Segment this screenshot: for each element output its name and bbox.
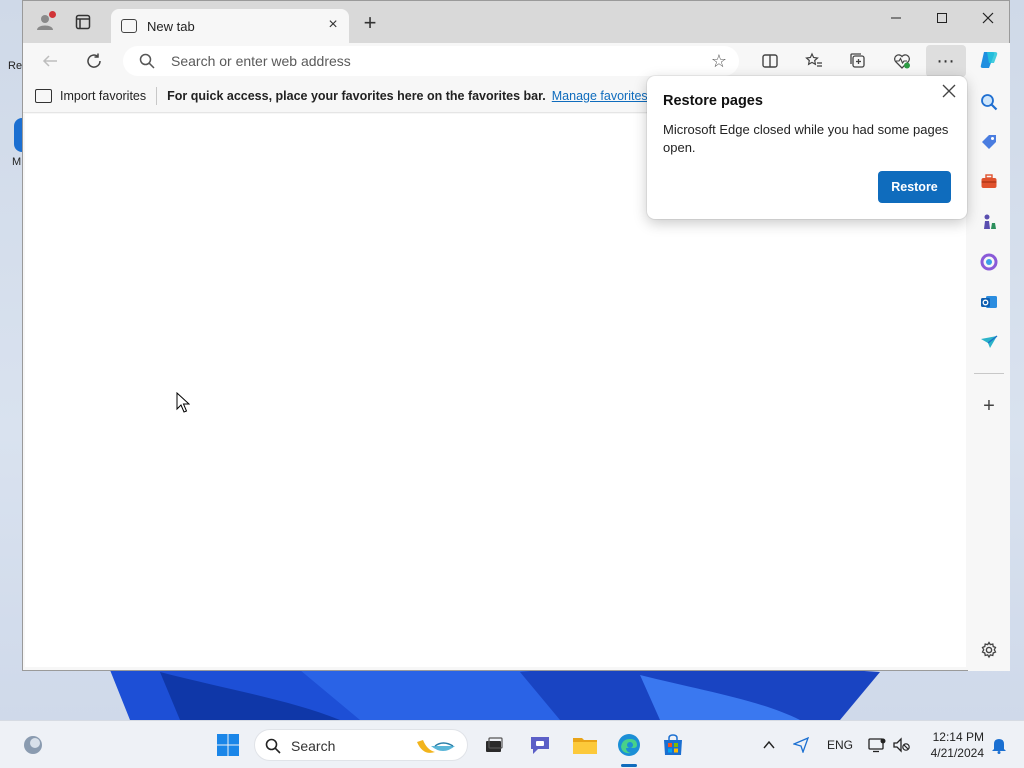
tab-actions-icon	[75, 14, 91, 30]
back-arrow-icon	[42, 55, 57, 67]
dialog-title: Restore pages	[663, 93, 763, 109]
taskbar-clock[interactable]: 12:14 PM 4/21/2024	[918, 729, 984, 761]
maximize-icon	[937, 13, 947, 23]
search-label: Search	[291, 738, 336, 754]
edge-sidebar: +	[968, 43, 1010, 671]
search-icon[interactable]	[978, 91, 1000, 113]
restore-button[interactable]: Restore	[878, 171, 951, 203]
outlook-icon[interactable]	[978, 291, 1000, 313]
new-tab-button[interactable]: +	[359, 12, 381, 35]
location-send-icon[interactable]	[788, 732, 814, 758]
start-button[interactable]	[215, 732, 241, 758]
import-icon	[35, 88, 52, 103]
browser-essentials-button[interactable]	[889, 48, 915, 74]
tools-briefcase-icon[interactable]	[978, 171, 1000, 193]
more-dots-icon: ⋯	[936, 50, 956, 71]
divider	[156, 86, 158, 105]
file-explorer-icon[interactable]	[572, 732, 598, 758]
widgets-weather-icon[interactable]	[20, 732, 46, 758]
shopping-tag-icon[interactable]	[978, 131, 1000, 153]
favorite-star-icon[interactable]: ☆	[711, 51, 727, 72]
clock-date: 4/21/2024	[930, 746, 984, 760]
volume-muted-icon[interactable]	[889, 732, 915, 758]
settings-more-button[interactable]: ⋯	[926, 45, 966, 77]
close-tab-icon[interactable]: ×	[325, 17, 341, 33]
address-bar[interactable]: ☆	[123, 46, 739, 76]
search-icon	[139, 53, 155, 69]
heart-pulse-icon	[894, 54, 910, 69]
favorites-button[interactable]	[801, 48, 827, 74]
title-bar: New tab × +	[23, 1, 1009, 43]
notification-dot	[49, 11, 56, 18]
copilot-icon[interactable]	[978, 49, 1000, 71]
clock-time: 12:14 PM	[932, 730, 984, 744]
edge-window: New tab × + ☆	[22, 0, 1010, 671]
maximize-button[interactable]	[919, 5, 965, 31]
windows-logo-icon	[217, 734, 239, 756]
split-screen-button[interactable]	[757, 48, 783, 74]
back-button[interactable]	[37, 48, 63, 74]
microsoft-store-icon[interactable]	[660, 732, 686, 758]
new-tab-page-icon	[121, 19, 137, 33]
minimize-icon	[891, 17, 901, 19]
search-icon	[265, 738, 281, 754]
input-language-indicator[interactable]: ENG	[827, 738, 853, 752]
settings-gear-icon[interactable]	[978, 639, 1000, 661]
dialog-message: Microsoft Edge closed while you had some…	[663, 122, 949, 155]
drop-send-icon[interactable]	[978, 331, 1000, 353]
search-highlight-icon	[417, 740, 455, 753]
active-app-indicator	[621, 764, 637, 767]
refresh-button[interactable]	[81, 48, 107, 74]
games-chess-icon[interactable]	[978, 211, 1000, 233]
split-screen-icon	[762, 54, 778, 68]
favorites-bar-message: For quick access, place your favorites h…	[167, 88, 546, 103]
restore-pages-dialog: Restore pages Microsoft Edge closed whil…	[647, 76, 967, 219]
notifications-bell-icon[interactable]	[986, 732, 1012, 758]
task-view-icon[interactable]	[481, 732, 507, 758]
close-dialog-icon[interactable]	[940, 83, 958, 101]
office-icon[interactable]	[978, 251, 1000, 273]
import-favorites-label: Import favorites	[60, 88, 147, 103]
import-favorites-button[interactable]: Import favorites	[35, 88, 147, 103]
collections-icon	[850, 53, 865, 68]
tab-new-tab[interactable]: New tab ×	[111, 9, 349, 43]
close-icon	[982, 12, 994, 24]
profile-button[interactable]	[33, 10, 57, 34]
refresh-icon	[87, 53, 101, 68]
tab-title: New tab	[147, 18, 195, 34]
mouse-cursor-icon	[176, 392, 190, 413]
teams-chat-icon[interactable]	[527, 732, 553, 758]
taskbar-search-box[interactable]: Search	[254, 729, 468, 761]
desktop-icon-label: Re	[8, 60, 23, 72]
desktop-icon-label: M	[12, 156, 22, 168]
sidebar-divider	[974, 373, 1004, 374]
favorites-list-icon	[805, 52, 822, 67]
add-icon[interactable]: +	[978, 395, 1000, 417]
navigation-toolbar: ☆ ⋯	[23, 43, 1009, 79]
show-hidden-icons-chevron-icon[interactable]	[756, 732, 782, 758]
network-icon[interactable]	[864, 732, 890, 758]
collections-button[interactable]	[845, 48, 871, 74]
close-window-button[interactable]	[965, 5, 1011, 31]
address-input[interactable]	[171, 52, 691, 70]
edge-browser-icon[interactable]	[616, 732, 642, 758]
tab-actions-button[interactable]	[71, 10, 95, 34]
taskbar: Search ENG 12:14 PM 4/21/2024	[0, 720, 1024, 768]
minimize-button[interactable]	[873, 5, 919, 31]
